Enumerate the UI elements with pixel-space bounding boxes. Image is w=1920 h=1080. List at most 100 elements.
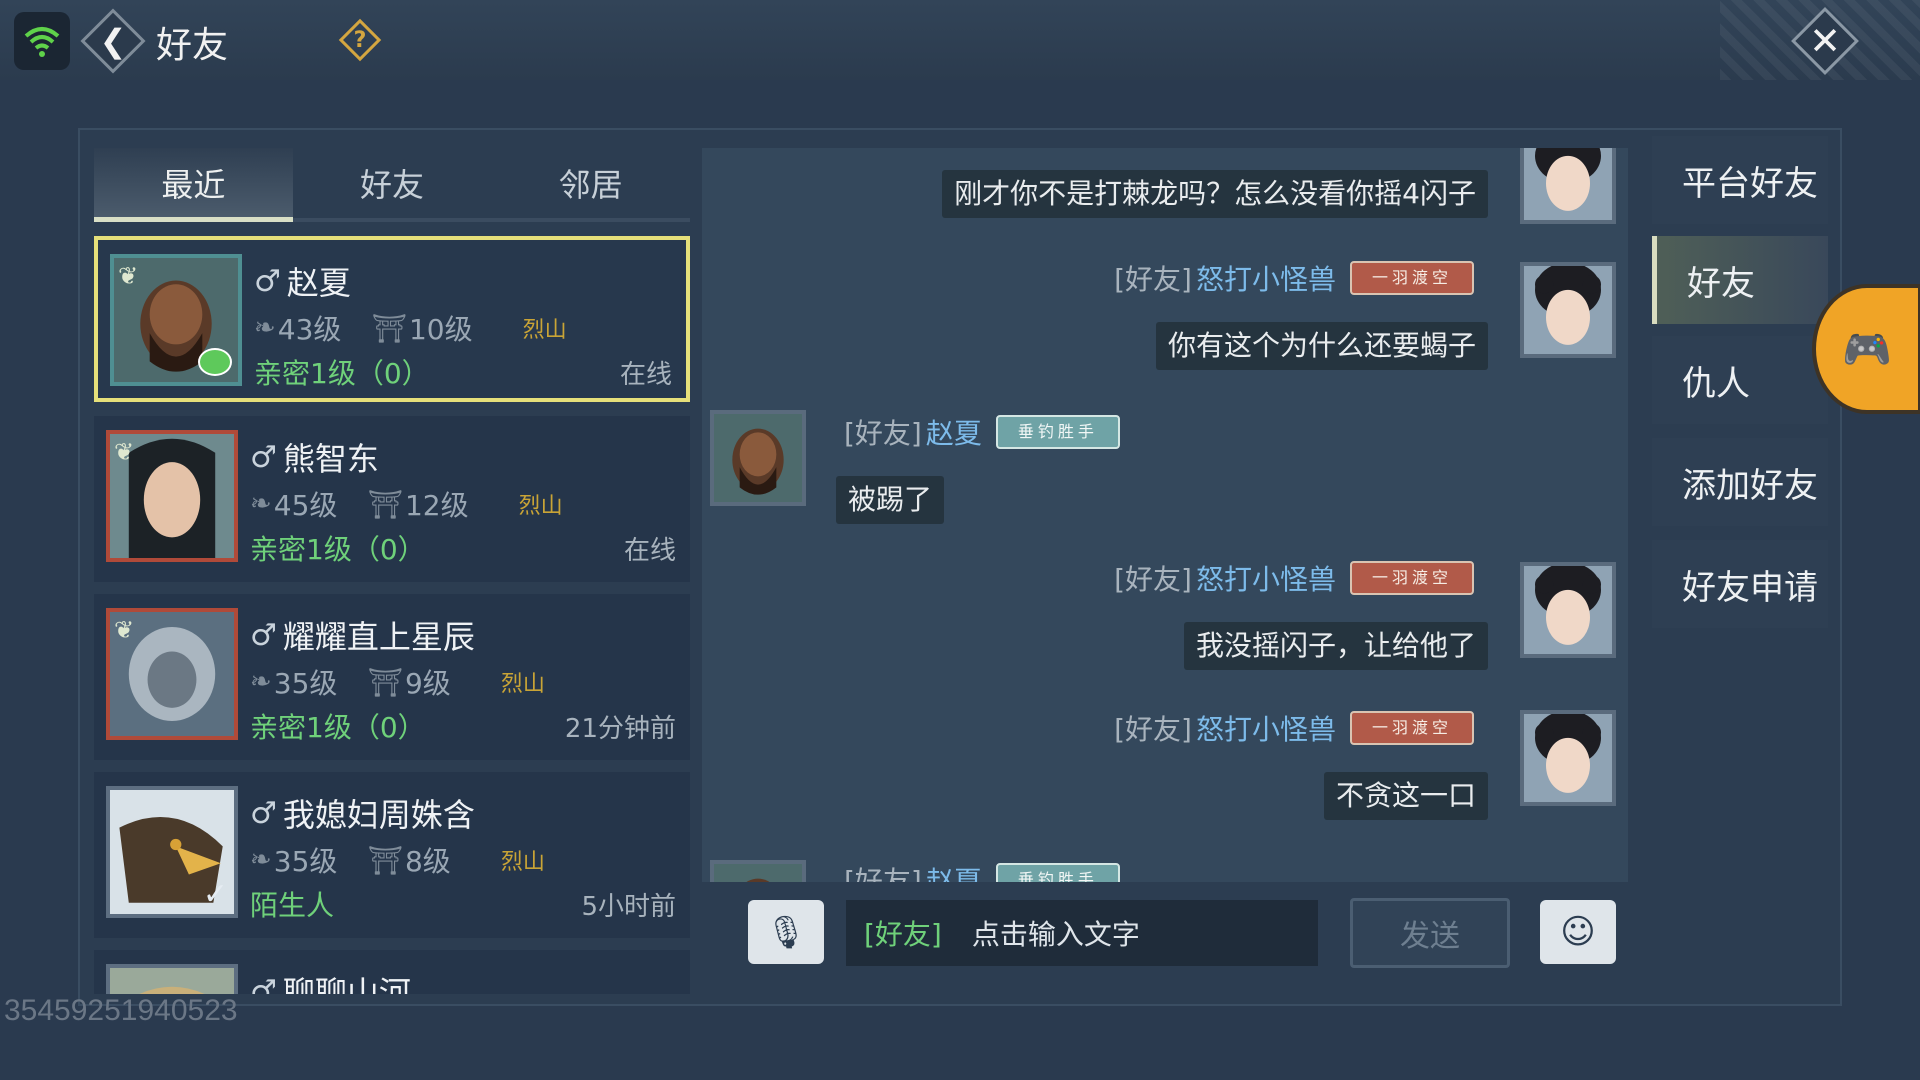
- page-title: 好友: [156, 25, 229, 66]
- tab-recent[interactable]: 最近: [94, 148, 293, 222]
- side-tab-friend-requests[interactable]: 好友申请: [1652, 540, 1828, 628]
- level-icon: ❧: [250, 489, 272, 519]
- friend-status: 在线: [619, 360, 672, 390]
- side-tab-friends[interactable]: 好友: [1652, 236, 1828, 324]
- message-sender: [好友] 怒打小怪兽 一羽渡空: [1114, 558, 1474, 598]
- friend-intimacy: 亲密1级（0）: [254, 357, 430, 390]
- close-button[interactable]: ✕: [1790, 6, 1860, 76]
- friend-level: 43级: [277, 313, 342, 346]
- channel-tag: [好友]: [1114, 563, 1192, 596]
- friend-portrait: [714, 414, 802, 502]
- friend-stats: ❧ 45级 ⛩ 12级 烈山: [250, 484, 563, 524]
- title-badge: 垂钓胜手: [995, 415, 1120, 449]
- side-tab-platform-friends[interactable]: 平台好友: [1652, 136, 1828, 224]
- message-sender: [好友] 怒打小怪兽 一羽渡空: [1114, 708, 1474, 748]
- gamepad-icon: 🎮: [1842, 326, 1892, 373]
- friend-level: 35级: [273, 845, 338, 878]
- friend-avatar[interactable]: [710, 410, 806, 506]
- friend-card-liaoliao[interactable]: ♂ 聊聊山河: [94, 950, 690, 994]
- level-icon: ❧: [250, 667, 272, 697]
- friend-stats: ❧ 43级 ⛩ 10级 烈山: [254, 308, 567, 348]
- help-button[interactable]: ?: [338, 18, 382, 62]
- house-icon: ⛩: [367, 487, 403, 521]
- male-icon: ♂: [250, 795, 277, 831]
- message-bubble: 刚才你不是打棘龙吗？怎么没看你摇4闪子: [942, 170, 1488, 218]
- friend-name-row: ♂ 赵夏: [254, 258, 351, 304]
- emoji-button[interactable]: ☺: [1540, 900, 1616, 964]
- sender-name[interactable]: 怒打小怪兽: [1196, 258, 1336, 298]
- friend-name-row: ♂ 耀耀直上星辰: [250, 612, 475, 658]
- friend-card-xiongzhidong[interactable]: ❦ ♂ 熊智东 ❧ 45级 ⛩ 12级 烈山 亲密1级（0） 在线: [94, 416, 690, 582]
- watermark: 35459251940523: [4, 994, 238, 1027]
- avatar: ❦: [106, 608, 238, 740]
- friend-faction: 烈山: [500, 850, 545, 875]
- friend-faction: 烈山: [518, 494, 563, 519]
- side-tab-enemies[interactable]: 仇人: [1652, 336, 1828, 424]
- friend-avatar[interactable]: [710, 860, 806, 882]
- avatar-portrait: [110, 968, 234, 994]
- friend-card-wuxifu[interactable]: ✓ ♂ 我媳妇周姝含 ❧ 35级 ⛩ 8级 烈山 陌生人 5小时前: [94, 772, 690, 938]
- male-icon: ♂: [250, 617, 277, 653]
- question-icon: ?: [353, 27, 367, 53]
- friend-portrait: [714, 864, 802, 882]
- input-placeholder: 点击输入文字: [971, 918, 1140, 951]
- friend-level: 35级: [273, 667, 338, 700]
- message-sender: [好友] 怒打小怪兽 一羽渡空: [1114, 258, 1474, 298]
- tab-friends[interactable]: 好友: [292, 148, 492, 222]
- friend-card-yaoyao[interactable]: ❦ ♂ 耀耀直上星辰 ❧ 35级 ⛩ 9级 烈山 亲密1级（0） 21分钟前: [94, 594, 690, 760]
- friend-status: 21分钟前: [564, 714, 676, 744]
- sender-name[interactable]: 赵夏: [926, 860, 982, 882]
- sender-name[interactable]: 赵夏: [926, 412, 982, 452]
- self-avatar[interactable]: [1520, 148, 1616, 224]
- avatar: ❦: [110, 254, 242, 386]
- friend-name: 耀耀直上星辰: [282, 618, 475, 656]
- input-channel-tag: [好友]: [864, 918, 942, 951]
- back-button[interactable]: ❮: [78, 6, 148, 76]
- sender-name[interactable]: 怒打小怪兽: [1196, 558, 1336, 598]
- sender-name[interactable]: 怒打小怪兽: [1196, 708, 1336, 748]
- level-icon: ❧: [254, 313, 276, 343]
- close-icon: ✕: [1809, 19, 1841, 63]
- friend-card-zhaoxia[interactable]: ❦ ♂ 赵夏 ❧ 43级 ⛩ 10级 烈山 亲密1级（0） 在线: [94, 236, 690, 402]
- avatar: [106, 964, 238, 994]
- friend-intimacy: 亲密1级（0）: [250, 533, 426, 566]
- message-sender: [好友] 赵夏 垂钓胜手: [844, 860, 1120, 882]
- channel-tag: [好友]: [1114, 263, 1192, 296]
- self-portrait: [1524, 566, 1612, 654]
- friend-list[interactable]: ❦ ♂ 赵夏 ❧ 43级 ⛩ 10级 烈山 亲密1级（0） 在线 ❦ ♂ 熊智东…: [94, 234, 690, 994]
- message-bubble: 不贪这一口: [1323, 772, 1488, 820]
- message-input[interactable]: [好友] 点击输入文字: [846, 900, 1318, 966]
- leaf-icon: ❦: [114, 616, 135, 644]
- message-bubble: 被踢了: [836, 476, 945, 524]
- friend-house-level: 10级: [408, 313, 473, 346]
- friend-intimacy: 亲密1级（0）: [250, 711, 426, 744]
- chat-log[interactable]: 刚才你不是打棘龙吗？怎么没看你摇4闪子 [好友] 怒打小怪兽 一羽渡空 你有这个…: [702, 148, 1628, 882]
- tab-neighbors[interactable]: 邻居: [491, 148, 691, 222]
- voice-button[interactable]: 🎙: [748, 900, 824, 964]
- self-portrait: [1524, 266, 1612, 354]
- friend-name: 熊智东: [282, 440, 379, 478]
- side-tab-add-friend[interactable]: 添加好友: [1652, 438, 1828, 526]
- self-avatar[interactable]: [1520, 262, 1616, 358]
- channel-tag: [好友]: [1114, 713, 1192, 746]
- friend-faction: 烈山: [522, 318, 567, 343]
- self-avatar[interactable]: [1520, 562, 1616, 658]
- title-badge: 一羽渡空: [1349, 711, 1474, 745]
- friend-level: 45级: [273, 489, 338, 522]
- title-badge: 一羽渡空: [1349, 561, 1474, 595]
- chevron-left-icon: ❮: [99, 22, 127, 60]
- message-bubble: 你有这个为什么还要蝎子: [1155, 322, 1488, 370]
- message-sender: [好友] 赵夏 垂钓胜手: [844, 412, 1120, 452]
- self-portrait: [1524, 148, 1612, 220]
- friend-stats: ❧ 35级 ⛩ 8级 烈山: [250, 840, 545, 880]
- self-avatar[interactable]: [1520, 710, 1616, 806]
- friend-house-level: 12级: [404, 489, 469, 522]
- house-icon: ⛩: [367, 843, 403, 877]
- friend-stats: ❧ 35级 ⛩ 9级 烈山: [250, 662, 545, 702]
- friend-status: 在线: [623, 536, 676, 566]
- floating-assistant-button[interactable]: 🎮: [1812, 284, 1920, 414]
- friend-name-row: ♂ 我媳妇周姝含: [250, 790, 475, 836]
- microphone-icon: 🎙: [765, 913, 807, 951]
- friend-faction: 烈山: [500, 672, 545, 697]
- send-button[interactable]: 发送: [1350, 898, 1510, 968]
